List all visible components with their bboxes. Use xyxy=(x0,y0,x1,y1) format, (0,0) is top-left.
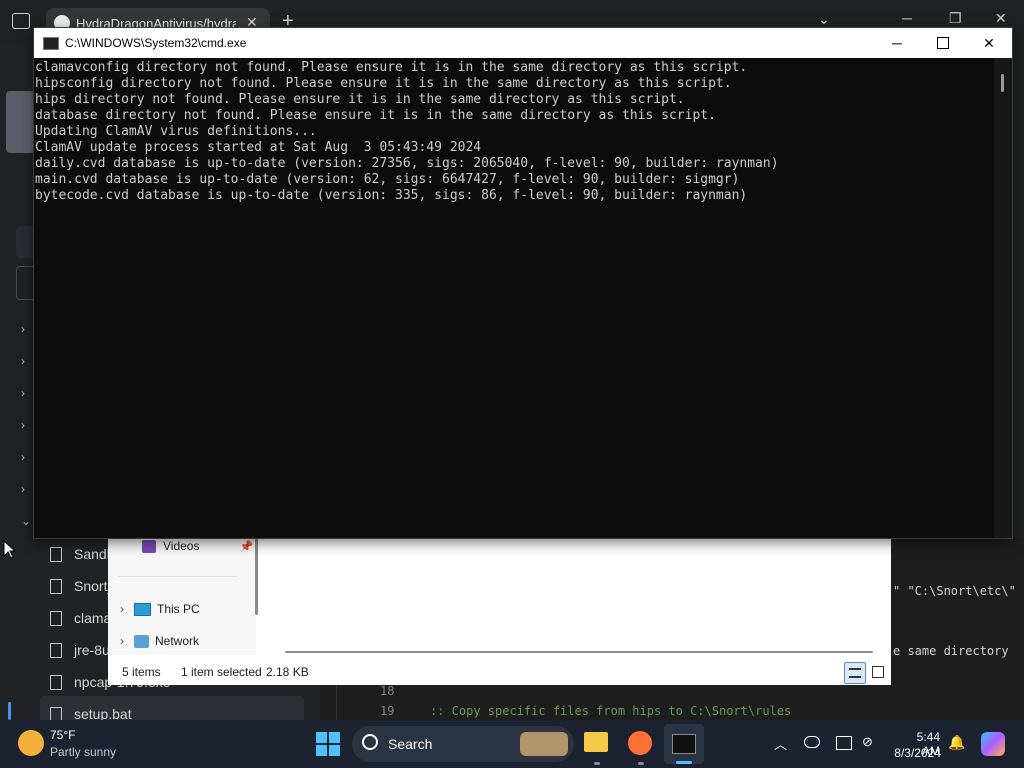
line-number: 19 xyxy=(380,704,395,718)
windows-logo-icon xyxy=(316,732,327,743)
code-fragment: " "C:\Snort\etc\" xyxy=(893,584,1016,598)
file-icon xyxy=(50,578,62,594)
start-button[interactable] xyxy=(316,732,340,756)
minimize-icon[interactable]: ─ xyxy=(902,10,912,26)
chevron-right-icon[interactable]: › xyxy=(21,450,25,464)
cmd-window[interactable]: C:\WINDOWS\System32\cmd.exe ─ ✕ clamavco… xyxy=(33,27,1013,539)
explorer-status-bar: 5 items 1 item selected 2.18 KB xyxy=(108,660,891,685)
file-icon xyxy=(50,674,62,690)
console-line: clamavconfig directory not found. Please… xyxy=(35,60,748,75)
active-indicator xyxy=(8,702,11,720)
weather-condition[interactable]: Partly sunny xyxy=(50,745,116,759)
search-box[interactable]: Search xyxy=(352,726,574,762)
nav-item-this-pc[interactable]: › This PC xyxy=(120,600,200,618)
network-icon xyxy=(134,634,149,648)
console-line: Updating ClamAV virus definitions... xyxy=(35,124,317,139)
chevron-down-icon[interactable]: ⌄ xyxy=(818,11,830,28)
console-line: bytecode.cvd database is up-to-date (ver… xyxy=(35,188,748,203)
search-icon xyxy=(362,734,378,750)
details-view-icon xyxy=(849,668,861,678)
search-label: Search xyxy=(388,736,433,752)
line-number: 18 xyxy=(380,684,395,698)
weather-icon[interactable] xyxy=(18,730,44,756)
console-line: main.cvd database is up-to-date (version… xyxy=(35,172,740,187)
chevron-right-icon[interactable]: › xyxy=(21,322,25,336)
console-line: hips directory not found. Please ensure … xyxy=(35,92,685,107)
file-icon xyxy=(50,610,62,626)
app-indicator xyxy=(638,762,644,765)
computer-icon xyxy=(134,602,151,616)
status-size: 2.18 KB xyxy=(266,665,309,679)
chevron-right-icon[interactable]: › xyxy=(21,482,25,496)
chevron-right-icon[interactable]: › xyxy=(120,602,124,616)
code-comment: :: Copy specific files from hips to C:\S… xyxy=(430,704,792,718)
network-status-icon[interactable]: ⊘ xyxy=(862,734,873,750)
cmd-title-bar[interactable]: C:\WINDOWS\System32\cmd.exe ─ ✕ xyxy=(34,28,1012,58)
terminal-icon xyxy=(672,734,696,754)
display-icon[interactable] xyxy=(836,736,852,750)
maximize-button[interactable] xyxy=(920,28,966,58)
nav-label: This PC xyxy=(157,602,200,616)
restore-icon[interactable]: ❐ xyxy=(949,10,962,27)
minimize-button[interactable]: ─ xyxy=(874,28,920,58)
tab-actions-icon[interactable] xyxy=(12,13,30,29)
cmd-taskbar-button[interactable] xyxy=(664,724,704,764)
cmd-app-icon xyxy=(43,36,59,50)
status-selected: 1 item selected xyxy=(181,665,262,679)
clock-date[interactable]: 8/3/2024 xyxy=(883,746,941,760)
nav-separator xyxy=(118,576,238,577)
videos-icon xyxy=(142,539,156,553)
chevron-right-icon[interactable]: › xyxy=(120,634,124,648)
console-line: database directory not found. Please ens… xyxy=(35,108,716,123)
chevron-right-icon[interactable]: › xyxy=(21,354,25,368)
nav-item-network[interactable]: › Network xyxy=(120,632,199,650)
scrollbar-thumb[interactable] xyxy=(1001,74,1004,92)
sidebar-card xyxy=(6,91,36,153)
code-fragment: e same directory xyxy=(893,644,1009,658)
chevron-right-icon[interactable]: › xyxy=(21,418,25,432)
file-icon xyxy=(50,546,62,562)
firefox-icon[interactable] xyxy=(628,731,652,755)
onedrive-offline-icon[interactable] xyxy=(804,736,820,748)
maximize-icon xyxy=(937,37,949,49)
search-highlight-image xyxy=(520,732,568,756)
nav-label: Network xyxy=(155,634,200,648)
console-line: hipsconfig directory not found. Please e… xyxy=(35,76,732,91)
details-view-button[interactable] xyxy=(844,662,866,684)
taskbar: 75°F Partly sunny Search ︿ ⊘ 5:44 AM 8/3… xyxy=(0,720,1024,768)
nav-label: Videos xyxy=(163,539,200,553)
file-explorer-icon[interactable] xyxy=(584,732,608,752)
close-icon[interactable]: ✕ xyxy=(995,10,1007,27)
mouse-cursor-icon xyxy=(3,540,15,559)
cmd-scrollbar[interactable] xyxy=(994,58,1012,538)
status-item-count: 5 items xyxy=(122,665,161,679)
file-icon xyxy=(50,642,62,658)
cmd-window-title: C:\WINDOWS\System32\cmd.exe xyxy=(65,36,247,50)
file-label: clama xyxy=(74,610,112,626)
console-line: ClamAV update process started at Sat Aug… xyxy=(35,140,482,155)
chevron-right-icon[interactable]: › xyxy=(21,386,25,400)
chevron-down-icon[interactable]: ⌄ xyxy=(21,514,31,528)
file-label: jre-8u xyxy=(74,642,110,658)
pin-icon[interactable]: 📌 xyxy=(239,540,253,553)
tiles-view-icon[interactable] xyxy=(872,666,884,678)
notification-bell-icon[interactable]: 🔔 xyxy=(948,734,965,751)
copilot-icon[interactable] xyxy=(981,732,1005,756)
app-indicator xyxy=(594,762,600,765)
active-app-indicator xyxy=(676,761,692,764)
nav-scrollbar[interactable] xyxy=(255,537,258,615)
horizontal-scrollbar[interactable] xyxy=(285,651,873,653)
cmd-console-output[interactable]: clamavconfig directory not found. Please… xyxy=(34,58,995,540)
close-icon: ✕ xyxy=(983,34,995,51)
minimize-icon: ─ xyxy=(892,35,902,51)
close-button[interactable]: ✕ xyxy=(966,28,1012,58)
weather-temperature[interactable]: 75°F xyxy=(50,728,75,742)
chevron-up-icon[interactable]: ︿ xyxy=(774,734,787,753)
console-line: daily.cvd database is up-to-date (versio… xyxy=(35,156,779,171)
